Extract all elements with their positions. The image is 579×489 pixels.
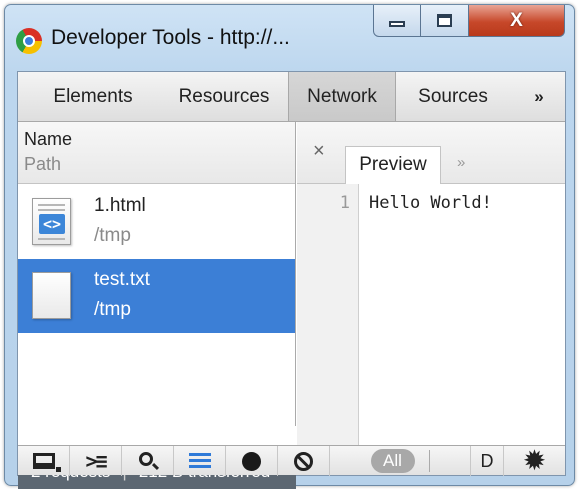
list-icon [188, 453, 211, 469]
title-bar[interactable]: Developer Tools - http://... X [5, 5, 574, 71]
devtools-client: Elements Resources Network Sources » Nam… [17, 71, 566, 489]
minimize-icon [389, 20, 405, 27]
maximize-icon [437, 14, 452, 27]
line-number: 1 [339, 193, 350, 213]
request-name: 1.html [94, 195, 146, 216]
gear-icon: ✹ [522, 445, 547, 476]
tab-resources[interactable]: Resources [160, 72, 288, 121]
console-button[interactable]: >≡ [70, 446, 122, 476]
html-file-icon: <> [32, 198, 71, 245]
search-button[interactable] [122, 446, 174, 476]
filter-separator [428, 450, 430, 472]
text-file-icon [32, 272, 71, 319]
large-rows-button[interactable] [174, 446, 226, 476]
record-icon [242, 451, 261, 471]
column-header-name: Name [24, 129, 73, 149]
status-toolbar: >≡ All D ✹ [18, 445, 565, 476]
search-icon [138, 452, 153, 466]
clear-icon [294, 451, 313, 471]
clear-button[interactable] [278, 446, 330, 476]
column-header-path: Path [24, 154, 62, 174]
request-path: /tmp [94, 225, 131, 246]
maximize-button[interactable] [421, 5, 469, 37]
line-number-gutter: 1 [297, 184, 359, 445]
request-path: /tmp [94, 299, 131, 320]
filter-d-button[interactable]: D [470, 446, 504, 476]
filter-all-button[interactable]: All [370, 449, 415, 473]
request-row-selected[interactable]: test.txt /tmp [18, 259, 295, 333]
window-title: Developer Tools - http://... [51, 26, 290, 49]
dock-icon [32, 453, 61, 472]
type-filter: All [330, 446, 470, 476]
record-button[interactable] [226, 446, 278, 476]
settings-button[interactable]: ✹ [504, 446, 565, 476]
tab-elements[interactable]: Elements [28, 72, 158, 121]
window-controls: X [373, 5, 571, 37]
dock-button[interactable] [18, 446, 70, 476]
preview-pane: × Preview » 1 Hello World! [297, 122, 565, 445]
close-preview-icon[interactable]: × [313, 140, 325, 163]
more-tabs-button[interactable]: » [524, 72, 554, 121]
close-button[interactable]: X [469, 5, 565, 37]
close-icon: X [510, 9, 523, 31]
panel-tab-bar: Elements Resources Network Sources » [18, 72, 565, 122]
chrome-icon [16, 28, 42, 54]
tab-preview[interactable]: Preview [345, 146, 441, 184]
request-list-header[interactable]: Name Path [18, 122, 295, 184]
preview-tab-bar: × Preview » [297, 122, 565, 184]
request-name: test.txt [94, 269, 150, 290]
filter-d-label: D [480, 450, 494, 471]
devtools-window: Developer Tools - http://... X Elements … [4, 4, 575, 489]
minimize-button[interactable] [373, 5, 421, 37]
tab-sources[interactable]: Sources [398, 72, 508, 121]
preview-content[interactable]: Hello World! [369, 193, 492, 213]
console-icon: >≡ [85, 449, 107, 473]
request-row[interactable]: <> 1.html /tmp [18, 185, 295, 259]
request-list: Name Path <> 1.html /tmp test.txt /tmp [18, 122, 296, 489]
tab-network[interactable]: Network [288, 72, 396, 121]
more-subtabs-button[interactable]: » [457, 154, 465, 171]
